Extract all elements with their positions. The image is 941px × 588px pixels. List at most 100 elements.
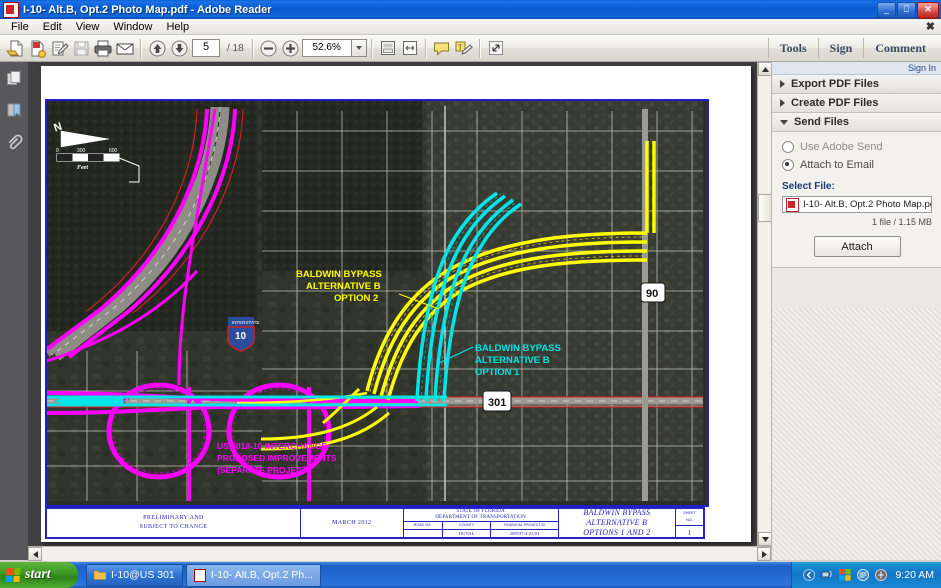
start-button[interactable]: start <box>0 562 78 588</box>
panel-section-create-pdf-label: Create PDF Files <box>791 97 879 109</box>
preliminary-line-2: SUBJECT TO CHANGE <box>139 524 208 530</box>
agency-name: STATE OF FLORIDA DEPARTMENT OF TRANSPORT… <box>435 509 526 521</box>
vertical-scroll-thumb[interactable] <box>758 194 772 222</box>
windows-security-icon[interactable] <box>838 569 851 582</box>
toolbar-separator <box>478 38 481 58</box>
messenger-icon[interactable] <box>856 569 869 582</box>
window-title-bar: I-10- Alt.B, Opt.2 Photo Map.pdf - Adobe… <box>0 0 941 19</box>
menu-bar: File Edit View Window Help <box>0 19 941 35</box>
tools-right-panel: Sign In Export PDF Files Create PDF File… <box>771 62 941 560</box>
sign-edit-icon[interactable] <box>48 37 70 59</box>
save-icon <box>70 37 92 59</box>
project-title-line-3: OPTIONS 1 AND 2 <box>583 528 651 537</box>
pdf-document-icon <box>3 1 19 18</box>
email-icon[interactable] <box>114 37 136 59</box>
chevron-right-icon <box>780 99 785 107</box>
adobe-reader-window: I-10- Alt.B, Opt.2 Photo Map.pdf - Adobe… <box>0 0 941 588</box>
svg-text:300: 300 <box>77 148 86 154</box>
document-horizontal-scrollbar[interactable] <box>28 546 771 561</box>
comment-button[interactable]: Comment <box>864 35 937 62</box>
create-pdf-icon[interactable] <box>26 37 48 59</box>
menu-item-help[interactable]: Help <box>159 20 196 34</box>
scroll-left-button[interactable] <box>28 547 42 561</box>
menu-item-file[interactable]: File <box>4 20 36 34</box>
sign-in-bar[interactable]: Sign In <box>772 62 941 75</box>
open-file-icon[interactable] <box>4 37 26 59</box>
radio-attach-to-email[interactable]: Attach to Email <box>782 159 932 171</box>
svg-text:INTERSTATE: INTERSTATE <box>232 320 259 325</box>
chevron-down-icon <box>780 119 788 125</box>
clock[interactable]: 9:20 AM <box>895 569 934 581</box>
project-info-table: ROAD NO. COUNTY DUVAL FINANCIAL PROJECT … <box>403 521 559 537</box>
radio-button-selected[interactable] <box>782 159 794 171</box>
svg-text:T: T <box>458 43 463 51</box>
svg-text:10: 10 <box>235 331 247 342</box>
radio-use-adobe-send[interactable]: Use Adobe Send <box>782 141 932 153</box>
svg-text:PROPOSED IMPROVEMENTS: PROPOSED IMPROVEMENTS <box>217 453 337 463</box>
attachments-icon[interactable] <box>0 126 28 158</box>
fullscreen-icon[interactable] <box>485 37 507 59</box>
next-page-button[interactable] <box>168 37 190 59</box>
zoom-level-input[interactable]: 52.6% <box>301 39 351 57</box>
panel-section-create-pdf[interactable]: Create PDF Files <box>772 94 941 113</box>
agency-block: STATE OF FLORIDA DEPARTMENT OF TRANSPORT… <box>403 509 559 537</box>
scroll-up-button[interactable] <box>758 62 772 76</box>
tools-button[interactable]: Tools <box>769 35 818 62</box>
sign-button[interactable]: Sign <box>819 35 864 62</box>
zoom-dropdown-button[interactable] <box>350 39 367 57</box>
page-number-input[interactable]: 5 <box>192 39 220 57</box>
close-document-icon[interactable]: ✖ <box>926 19 935 35</box>
county-column: COUNTY DUVAL <box>443 522 492 537</box>
zoom-out-button[interactable] <box>258 37 280 59</box>
comment-icon[interactable] <box>431 37 453 59</box>
panel-section-send-files[interactable]: Send Files <box>772 113 941 132</box>
menu-item-edit[interactable]: Edit <box>36 20 69 34</box>
toolbar-right-group: Tools Sign Comment <box>767 35 937 62</box>
scroll-down-button[interactable] <box>758 532 772 546</box>
shield-icon[interactable] <box>874 569 887 582</box>
taskbar-item-folder-label: I-10@US 301 <box>111 569 175 581</box>
road-no-header: ROAD NO. <box>403 522 443 530</box>
taskbar-item-adobe-reader[interactable]: I-10- Alt.B, Opt.2 Ph... <box>185 563 321 587</box>
close-button[interactable]: ✕ <box>917 2 939 19</box>
sheet-label-line-2: NO. <box>686 518 693 522</box>
previous-page-button[interactable] <box>146 37 168 59</box>
attach-button[interactable]: Attach <box>813 236 901 257</box>
chevron-right-icon <box>780 80 785 88</box>
text-comment-icon[interactable]: T <box>453 37 475 59</box>
bookmarks-icon[interactable] <box>0 94 28 126</box>
road-no-value <box>403 530 442 537</box>
chevron-down-icon <box>355 46 362 50</box>
panel-section-export-pdf-label: Export PDF Files <box>791 78 880 90</box>
selected-file-name: I-10- Alt.B, Opt.2 Photo Map.pdf <box>803 199 931 210</box>
preliminary-note: PRELIMINARY AND SUBJECT TO CHANGE <box>47 509 301 537</box>
menu-item-window[interactable]: Window <box>106 20 159 34</box>
maximize-button[interactable]: ⎕ <box>897 2 916 19</box>
start-label: start <box>25 567 51 582</box>
fit-page-icon[interactable] <box>377 37 399 59</box>
menu-item-view[interactable]: View <box>69 20 107 34</box>
show-desktop-icon[interactable] <box>802 569 815 582</box>
document-vertical-scrollbar[interactable] <box>757 62 772 546</box>
county-header: COUNTY <box>443 522 491 530</box>
taskbar-item-adobe-reader-label: I-10- Alt.B, Opt.2 Ph... <box>210 569 313 581</box>
document-view[interactable]: N 0 300 600 Feet INTERSTATE 10 301 90 BA… <box>28 62 769 560</box>
financial-project-header: FINANCIAL PROJECT ID <box>491 522 559 530</box>
sign-in-link[interactable]: Sign In <box>908 63 936 73</box>
county-value: DUVAL <box>458 531 475 536</box>
minimize-button[interactable]: _ <box>877 2 896 19</box>
taskbar-item-folder[interactable]: I-10@US 301 <box>86 563 183 587</box>
selected-file-row[interactable]: I-10- Alt.B, Opt.2 Photo Map.pdf <box>782 196 932 213</box>
page-thumbnails-icon[interactable] <box>0 62 28 94</box>
panel-section-export-pdf[interactable]: Export PDF Files <box>772 75 941 94</box>
svg-text:ALTERNATIVE B: ALTERNATIVE B <box>306 281 381 292</box>
zoom-in-button[interactable] <box>280 37 302 59</box>
print-icon[interactable] <box>92 37 114 59</box>
svg-text:US 301/I-10 INTERCHANGE: US 301/I-10 INTERCHANGE <box>217 441 327 451</box>
fit-width-icon[interactable] <box>399 37 421 59</box>
network-icon[interactable] <box>820 569 833 582</box>
aerial-photo-map: N 0 300 600 Feet INTERSTATE 10 301 90 BA… <box>45 99 709 507</box>
scroll-right-button[interactable] <box>757 547 771 561</box>
svg-text:ALTERNATIVE B: ALTERNATIVE B <box>475 355 550 366</box>
radio-button-unselected[interactable] <box>782 141 794 153</box>
